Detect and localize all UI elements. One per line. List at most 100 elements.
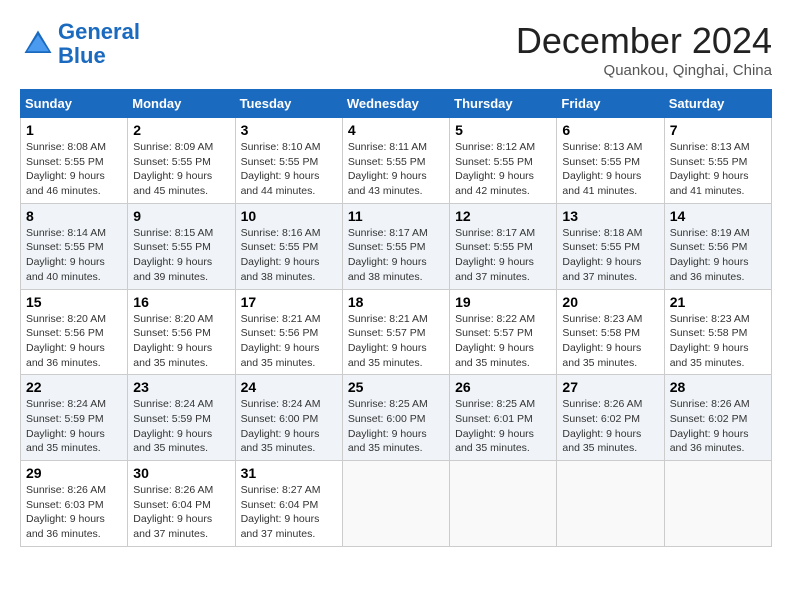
calendar-cell: 1 Sunrise: 8:08 AM Sunset: 5:55 PM Daylig… [21,118,128,204]
page-header: General Blue December 2024 Quankou, Qing… [20,20,772,79]
day-number: 26 [455,379,551,395]
weekday-header-monday: Monday [128,90,235,118]
calendar-cell: 9 Sunrise: 8:15 AM Sunset: 5:55 PM Daylig… [128,203,235,289]
weekday-header-saturday: Saturday [664,90,771,118]
day-info: Sunrise: 8:13 AM Sunset: 5:55 PM Dayligh… [562,140,658,199]
day-number: 31 [241,465,337,481]
day-info: Sunrise: 8:23 AM Sunset: 5:58 PM Dayligh… [670,312,766,371]
day-info: Sunrise: 8:20 AM Sunset: 5:56 PM Dayligh… [133,312,229,371]
weekday-header-thursday: Thursday [450,90,557,118]
calendar-cell: 23 Sunrise: 8:24 AM Sunset: 5:59 PM Dayli… [128,375,235,461]
day-info: Sunrise: 8:08 AM Sunset: 5:55 PM Dayligh… [26,140,122,199]
day-number: 5 [455,122,551,138]
calendar-cell: 25 Sunrise: 8:25 AM Sunset: 6:00 PM Dayli… [342,375,449,461]
calendar-cell: 10 Sunrise: 8:16 AM Sunset: 5:55 PM Dayli… [235,203,342,289]
logo-line1: General [58,19,140,44]
day-info: Sunrise: 8:23 AM Sunset: 5:58 PM Dayligh… [562,312,658,371]
calendar-cell: 19 Sunrise: 8:22 AM Sunset: 5:57 PM Dayli… [450,289,557,375]
calendar-week-row: 15 Sunrise: 8:20 AM Sunset: 5:56 PM Dayli… [21,289,772,375]
calendar-week-row: 29Sunrise: 8:26 AM Sunset: 6:03 PM Dayli… [21,461,772,547]
day-number: 24 [241,379,337,395]
month-title: December 2024 [516,20,772,62]
day-info: Sunrise: 8:24 AM Sunset: 6:00 PM Dayligh… [241,397,337,456]
calendar-cell: 29Sunrise: 8:26 AM Sunset: 6:03 PM Dayli… [21,461,128,547]
day-info: Sunrise: 8:24 AM Sunset: 5:59 PM Dayligh… [133,397,229,456]
day-info: Sunrise: 8:17 AM Sunset: 5:55 PM Dayligh… [455,226,551,285]
day-number: 9 [133,208,229,224]
logo: General Blue [20,20,140,68]
calendar-cell: 17Sunrise: 8:21 AM Sunset: 5:56 PM Dayli… [235,289,342,375]
day-number: 7 [670,122,766,138]
day-number: 1 [26,122,122,138]
calendar-cell: 26 Sunrise: 8:25 AM Sunset: 6:01 PM Dayli… [450,375,557,461]
calendar-week-row: 22 Sunrise: 8:24 AM Sunset: 5:59 PM Dayli… [21,375,772,461]
weekday-header-sunday: Sunday [21,90,128,118]
calendar-cell: 31Sunrise: 8:27 AM Sunset: 6:04 PM Dayli… [235,461,342,547]
day-info: Sunrise: 8:11 AM Sunset: 5:55 PM Dayligh… [348,140,444,199]
calendar-cell: 18 Sunrise: 8:21 AM Sunset: 5:57 PM Dayli… [342,289,449,375]
day-number: 14 [670,208,766,224]
day-number: 22 [26,379,122,395]
calendar-cell: 6 Sunrise: 8:13 AM Sunset: 5:55 PM Daylig… [557,118,664,204]
day-number: 18 [348,294,444,310]
day-info: Sunrise: 8:26 AM Sunset: 6:03 PM Dayligh… [26,483,122,542]
calendar-cell: 21 Sunrise: 8:23 AM Sunset: 5:58 PM Dayli… [664,289,771,375]
day-info: Sunrise: 8:21 AM Sunset: 5:57 PM Dayligh… [348,312,444,371]
calendar-table: SundayMondayTuesdayWednesdayThursdayFrid… [20,89,772,547]
day-info: Sunrise: 8:14 AM Sunset: 5:55 PM Dayligh… [26,226,122,285]
calendar-cell: 3Sunrise: 8:10 AM Sunset: 5:55 PM Daylig… [235,118,342,204]
day-number: 16 [133,294,229,310]
title-block: December 2024 Quankou, Qinghai, China [516,20,772,79]
location: Quankou, Qinghai, China [516,62,772,79]
day-number: 2 [133,122,229,138]
day-info: Sunrise: 8:22 AM Sunset: 5:57 PM Dayligh… [455,312,551,371]
day-number: 15 [26,294,122,310]
day-number: 6 [562,122,658,138]
day-number: 30 [133,465,229,481]
day-info: Sunrise: 8:26 AM Sunset: 6:02 PM Dayligh… [670,397,766,456]
day-info: Sunrise: 8:25 AM Sunset: 6:00 PM Dayligh… [348,397,444,456]
calendar-cell: 28Sunrise: 8:26 AM Sunset: 6:02 PM Dayli… [664,375,771,461]
calendar-cell: 8 Sunrise: 8:14 AM Sunset: 5:55 PM Daylig… [21,203,128,289]
logo-icon [20,26,56,62]
calendar-cell [342,461,449,547]
day-info: Sunrise: 8:26 AM Sunset: 6:04 PM Dayligh… [133,483,229,542]
calendar-week-row: 1 Sunrise: 8:08 AM Sunset: 5:55 PM Daylig… [21,118,772,204]
day-number: 19 [455,294,551,310]
day-number: 11 [348,208,444,224]
calendar-cell: 24 Sunrise: 8:24 AM Sunset: 6:00 PM Dayli… [235,375,342,461]
calendar-cell [450,461,557,547]
day-info: Sunrise: 8:25 AM Sunset: 6:01 PM Dayligh… [455,397,551,456]
day-number: 3 [241,122,337,138]
day-number: 23 [133,379,229,395]
day-info: Sunrise: 8:24 AM Sunset: 5:59 PM Dayligh… [26,397,122,456]
day-number: 20 [562,294,658,310]
day-number: 25 [348,379,444,395]
day-info: Sunrise: 8:20 AM Sunset: 5:56 PM Dayligh… [26,312,122,371]
day-number: 21 [670,294,766,310]
calendar-cell: 27Sunrise: 8:26 AM Sunset: 6:02 PM Dayli… [557,375,664,461]
day-info: Sunrise: 8:09 AM Sunset: 5:55 PM Dayligh… [133,140,229,199]
calendar-week-row: 8 Sunrise: 8:14 AM Sunset: 5:55 PM Daylig… [21,203,772,289]
calendar-cell [664,461,771,547]
logo-text: General Blue [58,20,140,68]
day-number: 27 [562,379,658,395]
day-info: Sunrise: 8:15 AM Sunset: 5:55 PM Dayligh… [133,226,229,285]
calendar-cell: 30 Sunrise: 8:26 AM Sunset: 6:04 PM Dayli… [128,461,235,547]
calendar-cell: 5 Sunrise: 8:12 AM Sunset: 5:55 PM Daylig… [450,118,557,204]
day-number: 12 [455,208,551,224]
day-info: Sunrise: 8:21 AM Sunset: 5:56 PM Dayligh… [241,312,337,371]
logo-line2: Blue [58,44,140,68]
weekday-header-tuesday: Tuesday [235,90,342,118]
calendar-cell: 22 Sunrise: 8:24 AM Sunset: 5:59 PM Dayli… [21,375,128,461]
day-number: 8 [26,208,122,224]
day-number: 4 [348,122,444,138]
calendar-cell: 13Sunrise: 8:18 AM Sunset: 5:55 PM Dayli… [557,203,664,289]
calendar-cell: 2 Sunrise: 8:09 AM Sunset: 5:55 PM Daylig… [128,118,235,204]
day-info: Sunrise: 8:16 AM Sunset: 5:55 PM Dayligh… [241,226,337,285]
weekday-header-wednesday: Wednesday [342,90,449,118]
weekday-header-friday: Friday [557,90,664,118]
calendar-cell: 14Sunrise: 8:19 AM Sunset: 5:56 PM Dayli… [664,203,771,289]
day-number: 10 [241,208,337,224]
day-info: Sunrise: 8:12 AM Sunset: 5:55 PM Dayligh… [455,140,551,199]
